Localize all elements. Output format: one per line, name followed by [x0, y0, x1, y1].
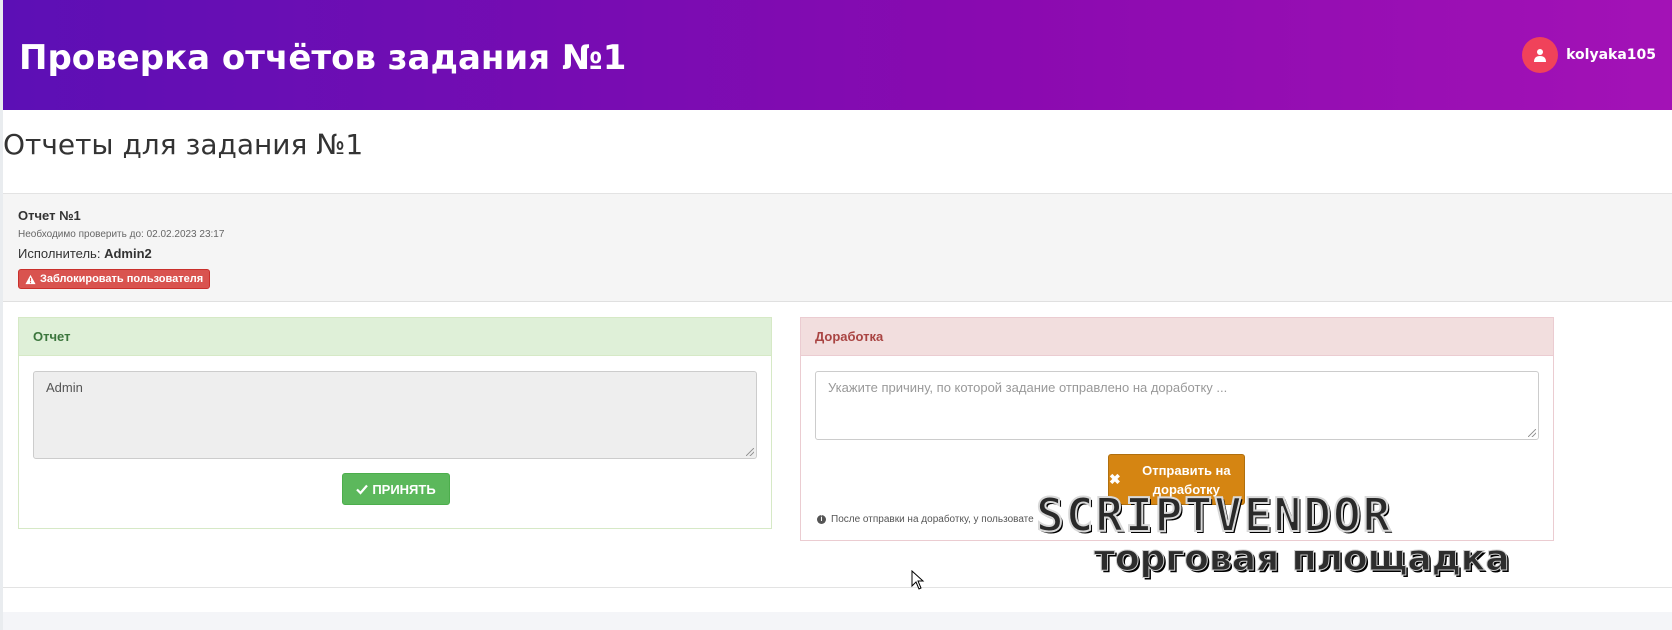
- accept-label: ПРИНЯТЬ: [372, 481, 436, 497]
- watermark-line1: SCRIPTVENDOR: [1035, 487, 1393, 543]
- watermark-logo: SCRIPTVENDOR торговая площадка: [1035, 487, 1556, 584]
- warning-icon: [25, 274, 36, 284]
- report-panel-title: Отчет: [19, 318, 771, 356]
- block-user-button[interactable]: Заблокировать пользователя: [18, 269, 211, 289]
- avatar[interactable]: [1522, 37, 1559, 73]
- username[interactable]: kolyaka105: [1566, 47, 1656, 63]
- resize-handle-icon[interactable]: [746, 448, 754, 456]
- mouse-cursor-icon: [911, 570, 925, 590]
- revision-note-text: После отправки на доработку, у пользоват…: [831, 514, 1034, 525]
- performer-name: Admin2: [104, 246, 152, 261]
- report-content: Admin: [46, 380, 83, 395]
- revision-reason-input[interactable]: Укажите причину, по которой задание отпр…: [815, 371, 1539, 440]
- footer-strip: [3, 612, 1672, 630]
- page-header: Проверка отчётов задания №1 kolyaka105: [3, 0, 1672, 110]
- revision-note: i После отправки на доработку, у пользов…: [817, 514, 1034, 525]
- revision-reason-placeholder: Укажите причину, по которой задание отпр…: [828, 380, 1228, 395]
- info-icon: i: [817, 515, 826, 524]
- watermark-line2: торговая площадка: [1094, 538, 1510, 580]
- resize-handle-icon[interactable]: [1528, 429, 1536, 437]
- accept-button[interactable]: ПРИНЯТЬ: [342, 473, 450, 505]
- block-user-label: Заблокировать пользователя: [40, 273, 204, 285]
- page-title: Отчеты для задания №1: [3, 128, 364, 161]
- report-deadline: Необходимо проверить до: 02.02.2023 23:1…: [18, 229, 225, 240]
- header-title: Проверка отчётов задания №1: [19, 38, 627, 78]
- report-title: Отчет №1: [18, 208, 81, 223]
- report-header: Отчет №1 Необходимо проверить до: 02.02.…: [3, 194, 1672, 302]
- close-icon: ✖: [1109, 471, 1121, 487]
- report-content-field: Admin: [33, 371, 757, 459]
- performer-label: Исполнитель:: [18, 246, 101, 261]
- user-icon: [1534, 49, 1547, 62]
- revision-panel-title: Доработка: [801, 318, 1553, 356]
- report-panel: Отчет Admin ПРИНЯТЬ: [18, 317, 772, 529]
- report-performer: Исполнитель: Admin2: [18, 246, 152, 261]
- check-icon: [356, 484, 369, 495]
- user-menu[interactable]: kolyaka105: [1522, 37, 1656, 73]
